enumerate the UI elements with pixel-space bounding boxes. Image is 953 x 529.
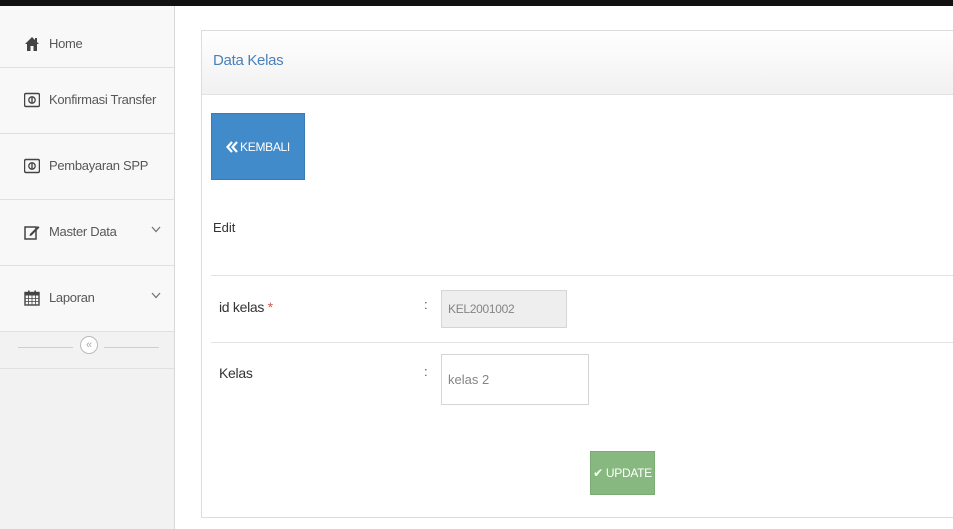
chevron-down-icon [151, 226, 161, 233]
divider [18, 347, 73, 348]
sidebar-item-laporan[interactable]: Laporan [0, 266, 174, 332]
double-chevron-left-icon [226, 140, 238, 153]
id-kelas-input[interactable] [441, 290, 567, 328]
money-icon [24, 158, 40, 174]
data-kelas-panel: Data Kelas KEMBALI Edit id kelas * : Kel… [201, 30, 953, 518]
sidebar-item-label: Konfirmasi Transfer [49, 92, 157, 107]
sidebar-collapse-row: « [0, 332, 174, 369]
back-button[interactable]: KEMBALI [211, 113, 305, 180]
money-icon [24, 92, 40, 108]
sidebar: Home Konfirmasi Transfer Pembayaran SPP … [0, 6, 175, 529]
colon: : [424, 297, 428, 312]
colon: : [424, 364, 428, 379]
update-button[interactable]: ✔ UPDATE [590, 451, 655, 495]
divider [211, 275, 953, 276]
section-label: Edit [213, 220, 236, 235]
sidebar-item-label: Laporan [49, 290, 95, 305]
check-icon: ✔ [593, 466, 603, 480]
sidebar-item-pembayaran-spp[interactable]: Pembayaran SPP [0, 134, 174, 200]
update-button-label: UPDATE [605, 466, 652, 480]
sidebar-item-konfirmasi-transfer[interactable]: Konfirmasi Transfer [0, 68, 174, 134]
kelas-label: Kelas [219, 365, 253, 381]
id-kelas-label: id kelas * [219, 299, 273, 315]
sidebar-item-home[interactable]: Home [0, 6, 174, 68]
home-icon [25, 37, 39, 51]
divider [104, 347, 159, 348]
page-title: Data Kelas [213, 52, 284, 69]
required-mark: * [267, 299, 273, 315]
back-button-label: KEMBALI [240, 139, 290, 154]
divider [211, 342, 953, 343]
calendar-icon [24, 290, 40, 306]
sidebar-item-label: Pembayaran SPP [49, 158, 149, 173]
chevron-down-icon [151, 292, 161, 299]
panel-header: Data Kelas [202, 31, 953, 95]
kelas-input[interactable] [441, 354, 589, 405]
sidebar-item-label: Home [49, 36, 83, 51]
sidebar-item-label: Master Data [49, 224, 117, 239]
sidebar-collapse-button[interactable]: « [80, 336, 98, 354]
sidebar-item-master-data[interactable]: Master Data [0, 200, 174, 266]
edit-icon [24, 226, 40, 240]
